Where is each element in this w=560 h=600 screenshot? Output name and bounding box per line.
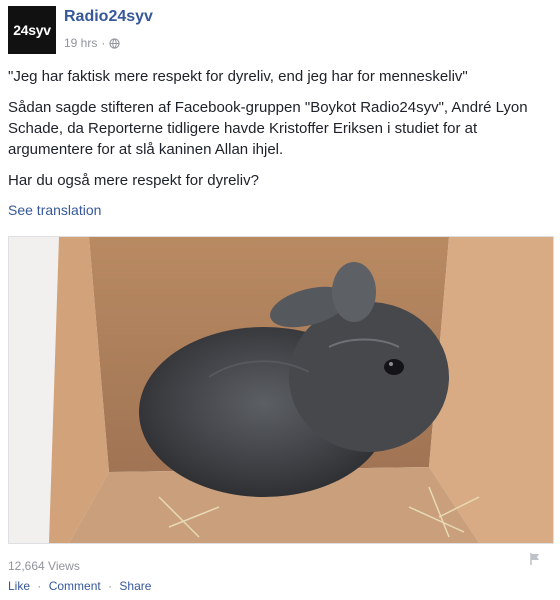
post-photo-rabbit-in-box[interactable]	[8, 236, 554, 544]
share-link[interactable]: Share	[119, 579, 151, 593]
author-name-link[interactable]: Radio24syv	[64, 8, 153, 26]
timestamp-link[interactable]: 19 hrs	[64, 36, 97, 50]
avatar-logo-text: 24syv	[13, 22, 51, 38]
avatar[interactable]: 24syv	[8, 6, 56, 54]
globe-icon[interactable]	[109, 37, 120, 49]
facebook-post: 24syv Radio24syv 19 hrs · "Jeg har fakti…	[0, 0, 560, 600]
post-paragraph-quote: "Jeg har faktisk mere respekt for dyreli…	[8, 68, 468, 85]
post-paragraph-question: Har du også mere respekt for dyreliv?	[8, 172, 259, 189]
meta-separator: ·	[101, 36, 106, 50]
comment-link[interactable]: Comment	[49, 579, 101, 593]
view-count: 12,664 Views	[8, 559, 80, 573]
post-paragraph-context: Sådan sagde stifteren af Facebook-gruppe…	[8, 99, 528, 158]
post-actions: Like · Comment · Share	[8, 579, 151, 593]
see-translation-link[interactable]: See translation	[8, 202, 101, 218]
post-body: "Jeg har faktisk mere respekt for dyreli…	[8, 66, 548, 201]
like-link[interactable]: Like	[8, 579, 30, 593]
post-meta: 19 hrs ·	[64, 36, 120, 50]
action-separator: ·	[108, 579, 113, 593]
flag-icon[interactable]	[528, 552, 542, 566]
action-separator: ·	[37, 579, 42, 593]
